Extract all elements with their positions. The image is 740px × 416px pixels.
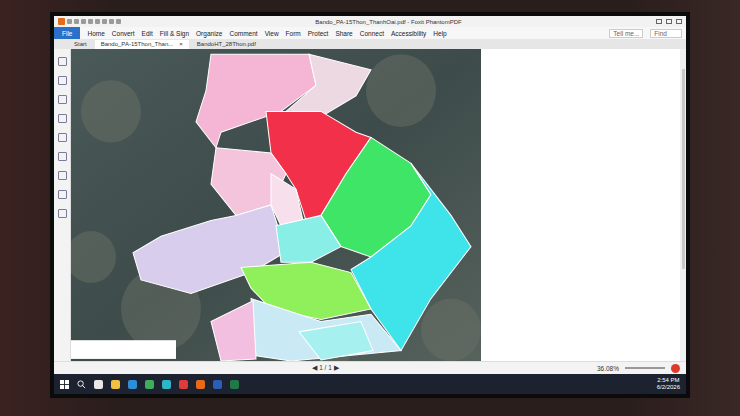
taskbar: 2:54 PM6/2/2026	[54, 374, 686, 394]
ribbon-tab[interactable]: Home	[87, 30, 104, 37]
find-field[interactable]: Find	[650, 29, 682, 38]
map-region[interactable]	[251, 299, 401, 361]
legend-box	[71, 340, 176, 359]
app-icon[interactable]	[179, 380, 188, 389]
quick-access-icon[interactable]	[116, 19, 121, 24]
ribbon-tab[interactable]: View	[265, 30, 279, 37]
status-bar: ◀ 1 / 1 ▶ 36.08%	[54, 361, 686, 374]
file-explorer-icon[interactable]	[111, 380, 120, 389]
terrain-patch	[366, 54, 436, 127]
search-icon[interactable]	[77, 380, 86, 389]
quick-access-icon[interactable]	[88, 19, 93, 24]
terrain-patch	[421, 299, 481, 361]
ribbon-tab[interactable]: Convert	[112, 30, 135, 37]
ribbon-tab[interactable]: Connect	[360, 30, 384, 37]
panel-icon[interactable]	[58, 95, 67, 104]
window-controls	[656, 19, 682, 24]
panel-icon[interactable]	[58, 152, 67, 161]
ribbon-tab[interactable]: Organize	[196, 30, 222, 37]
map	[71, 49, 481, 361]
ribbon-tab[interactable]: Protect	[308, 30, 329, 37]
document-tab[interactable]: BandoHT_28Thon.pdf	[191, 40, 262, 49]
panel-icon[interactable]	[58, 57, 67, 66]
app-icon[interactable]	[145, 380, 154, 389]
close-tab-button[interactable]: ×	[179, 41, 183, 47]
left-toolbar	[54, 49, 71, 361]
room-background: Bando_PA-15Thon_ThanhOai.pdf - Foxit Pha…	[0, 0, 740, 416]
quick-access-icon[interactable]	[95, 19, 100, 24]
terrain-patch	[81, 80, 141, 142]
ribbon-tab[interactable]: Form	[286, 30, 301, 37]
foxit-icon[interactable]	[196, 380, 205, 389]
window-title: Bando_PA-15Thon_ThanhOai.pdf - Foxit Pha…	[125, 19, 652, 25]
task-view-icon[interactable]	[94, 380, 103, 389]
ribbon: File Home Convert Edit Fill & Sign Organize Co…	[54, 27, 686, 39]
ribbon-tab[interactable]: Comment	[229, 30, 257, 37]
ribbon-tab[interactable]: Share	[335, 30, 352, 37]
word-icon[interactable]	[213, 380, 222, 389]
map-region[interactable]	[276, 215, 341, 262]
time: 2:54 PM	[657, 377, 679, 384]
panel-icon[interactable]	[58, 133, 67, 142]
quick-access-icon[interactable]	[109, 19, 114, 24]
scrollbar[interactable]	[680, 49, 686, 361]
title-bar: Bando_PA-15Thon_ThanhOai.pdf - Foxit Pha…	[54, 16, 686, 27]
panel-icon[interactable]	[58, 190, 67, 199]
map-page	[71, 49, 481, 361]
zoom-level[interactable]: 36.08%	[597, 365, 619, 372]
foxit-logo-icon	[58, 18, 65, 25]
map-region[interactable]	[286, 54, 371, 116]
monitor: Bando_PA-15Thon_ThanhOai.pdf - Foxit Pha…	[50, 12, 690, 398]
map-region[interactable]	[271, 174, 303, 226]
quick-access-icon[interactable]	[67, 19, 72, 24]
record-icon[interactable]	[671, 364, 680, 373]
panel-icon[interactable]	[58, 209, 67, 218]
map-region[interactable]	[299, 321, 373, 359]
ribbon-tab[interactable]: Accessibility	[391, 30, 426, 37]
terrain-patch	[71, 231, 116, 283]
clock[interactable]: 2:54 PM6/2/2026	[657, 377, 680, 391]
file-button[interactable]: File	[54, 27, 80, 39]
quick-access-icon[interactable]	[102, 19, 107, 24]
window-button-icon[interactable]	[666, 19, 672, 24]
workspace	[54, 49, 686, 361]
page-navigation[interactable]: ◀ 1 / 1 ▶	[312, 364, 338, 372]
app-icon[interactable]	[162, 380, 171, 389]
edge-icon[interactable]	[128, 380, 137, 389]
ribbon-tab[interactable]: Help	[433, 30, 446, 37]
windows-start-icon[interactable]	[60, 380, 69, 389]
excel-icon[interactable]	[230, 380, 239, 389]
window-button-icon[interactable]	[656, 19, 662, 24]
ribbon-tab[interactable]: Edit	[142, 30, 153, 37]
quick-access-icon[interactable]	[81, 19, 86, 24]
panel-icon[interactable]	[58, 114, 67, 123]
quick-access-icon[interactable]	[74, 19, 79, 24]
panel-icon[interactable]	[58, 171, 67, 180]
screen: Bando_PA-15Thon_ThanhOai.pdf - Foxit Pha…	[54, 16, 686, 394]
document-tab[interactable]: Start	[68, 40, 93, 49]
satellite-background	[71, 49, 481, 361]
panel-icon[interactable]	[58, 76, 67, 85]
document-tab[interactable]: Bando_PA-15Thon_Than...×	[95, 40, 189, 49]
window-button-icon[interactable]	[676, 19, 682, 24]
zoom-slider[interactable]	[625, 367, 665, 369]
quick-access-toolbar	[58, 18, 121, 25]
map-region[interactable]	[211, 301, 256, 361]
tell-me-field[interactable]: Tell me...	[609, 29, 643, 38]
scroll-thumb[interactable]	[682, 69, 685, 269]
right-panel	[481, 49, 680, 361]
document-tabs: StartBando_PA-15Thon_Than...×BandoHT_28T…	[54, 39, 686, 49]
ribbon-tab[interactable]: Fill & Sign	[160, 30, 189, 37]
date: 6/2/2026	[657, 384, 680, 391]
